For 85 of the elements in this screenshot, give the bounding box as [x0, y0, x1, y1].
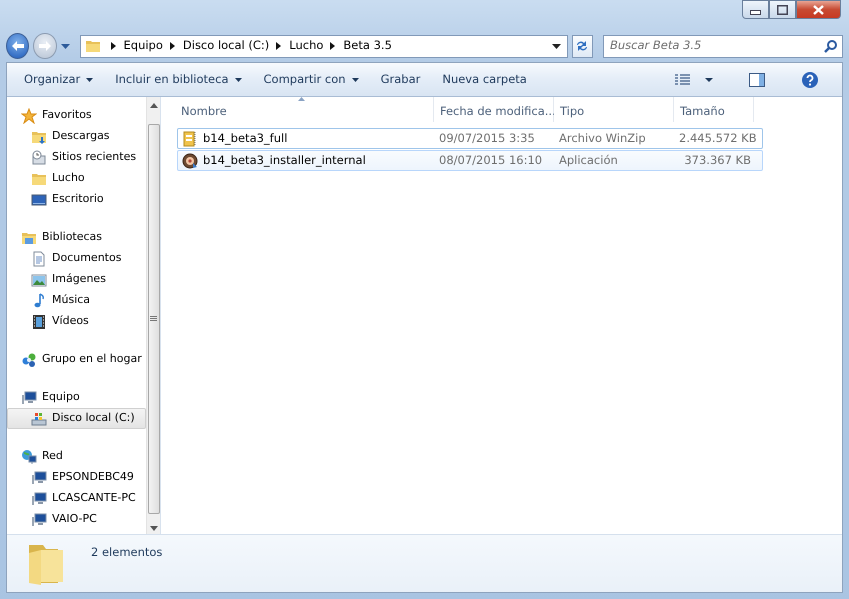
nav-item[interactable]: VAIO-PC — [7, 509, 146, 530]
help-icon — [801, 70, 819, 88]
computer-icon — [31, 470, 47, 486]
picture-icon — [31, 272, 47, 288]
column-header[interactable]: Tipo — [554, 97, 674, 122]
nav-item[interactable]: Vídeos — [7, 311, 146, 332]
back-button[interactable] — [6, 33, 30, 59]
back-arrow-icon — [10, 40, 25, 52]
nav-item[interactable]: Imágenes — [7, 269, 146, 290]
hard-drive-icon — [31, 410, 47, 426]
nav-item[interactable]: Sitios recientes — [7, 147, 146, 168]
minimize-button[interactable] — [742, 0, 769, 19]
nav-item[interactable]: Favoritos — [7, 105, 146, 126]
toolbar-button[interactable]: Grabar — [370, 70, 432, 88]
scroll-thumb[interactable] — [148, 124, 160, 514]
chevron-icon — [330, 42, 336, 50]
computer-icon — [21, 390, 37, 406]
close-button[interactable] — [796, 0, 841, 19]
nav-item[interactable]: Música — [7, 290, 146, 311]
nav-item[interactable]: Escritorio — [7, 189, 146, 210]
installer-icon — [182, 152, 198, 168]
archive-icon — [182, 130, 198, 146]
scrollbar[interactable] — [146, 97, 160, 534]
preview-pane-icon — [749, 72, 765, 86]
nav-item[interactable]: Disco local (C:) — [7, 408, 146, 429]
breadcrumb[interactable]: Lucho — [286, 37, 326, 55]
file-name: b14_beta3_installer_internal — [203, 152, 366, 169]
refresh-button[interactable] — [572, 34, 593, 58]
nav-item[interactable]: LCASCANTE-PC — [7, 488, 146, 509]
table-cell-text: 08/07/2015 16:10 — [438, 152, 544, 169]
nav-item[interactable]: Red — [7, 446, 146, 467]
file-row[interactable]: b14_beta3_full 09/07/2015 3:35 Archivo WinZip 2.445.572 KB — [177, 128, 763, 149]
caret-icon — [705, 78, 713, 82]
table-cell-text: Archivo WinZip — [558, 130, 647, 147]
scroll-up-icon[interactable] — [150, 103, 158, 108]
maximize-icon — [777, 4, 788, 14]
toolbar-button[interactable]: Organizar — [13, 70, 104, 88]
nav-item[interactable]: Lucho — [7, 168, 146, 189]
file-name: b14_beta3_full — [203, 130, 288, 147]
sort-arrow-icon — [298, 97, 305, 101]
chevron-icon — [110, 42, 116, 50]
minimize-icon — [750, 10, 761, 14]
caret-icon — [60, 44, 70, 49]
table-cell-text: 2.445.572 KB — [678, 130, 755, 147]
search-field[interactable]: Buscar Beta 3.5 — [602, 34, 843, 58]
breadcrumb[interactable]: Equipo — [120, 37, 166, 55]
grip-icon — [150, 316, 157, 322]
scroll-down-icon[interactable] — [150, 526, 158, 531]
desktop-icon — [31, 192, 47, 208]
table-cell-text: 09/07/2015 3:35 — [438, 130, 536, 147]
maximize-button[interactable] — [769, 0, 796, 19]
homegroup-icon — [21, 352, 37, 368]
document-icon — [31, 250, 47, 266]
star-icon — [21, 108, 37, 124]
forward-arrow-icon — [38, 40, 52, 52]
film-icon — [31, 314, 47, 330]
nav-item[interactable]: EPSONDEBC49 — [7, 467, 146, 488]
chevron-icon — [170, 42, 176, 50]
nav-item[interactable]: Grupo en el hogar — [7, 349, 146, 370]
nav-item[interactable]: Descargas — [7, 126, 146, 147]
recent-places-icon — [31, 150, 47, 166]
nav-item[interactable]: Equipo — [7, 387, 146, 408]
dropdown-icon — [552, 44, 560, 48]
close-icon — [813, 4, 824, 14]
table-cell-text: Aplicación — [558, 152, 619, 169]
nav-item[interactable]: Bibliotecas — [7, 227, 146, 248]
nav-item[interactable]: Documentos — [7, 248, 146, 269]
computer-icon — [31, 490, 47, 506]
toolbar-button[interactable]: Incluir en biblioteca — [104, 70, 252, 88]
address-bar[interactable]: Equipo Disco local (C:) Lucho Beta 3.5 — [80, 34, 568, 58]
file-row[interactable]: b14_beta3_installer_internal 08/07/2015 16:10 Aplicación 373.367 KB — [177, 150, 763, 171]
search-icon — [824, 38, 838, 52]
folder-icon — [84, 38, 100, 54]
chevron-icon — [276, 42, 282, 50]
network-icon — [21, 448, 37, 464]
toolbar-button[interactable]: Compartir con — [252, 70, 370, 88]
computer-icon — [31, 512, 47, 528]
table-cell-text: 373.367 KB — [683, 152, 752, 169]
refresh-icon — [575, 40, 590, 52]
toolbar-button[interactable]: Nueva carpeta — [431, 70, 538, 88]
forward-button[interactable] — [33, 33, 56, 59]
item-count: 2 elementos — [91, 544, 162, 561]
breadcrumb[interactable]: Beta 3.5 — [340, 37, 395, 55]
view-list-icon — [675, 74, 691, 86]
breadcrumb[interactable]: Disco local (C:) — [180, 37, 272, 55]
